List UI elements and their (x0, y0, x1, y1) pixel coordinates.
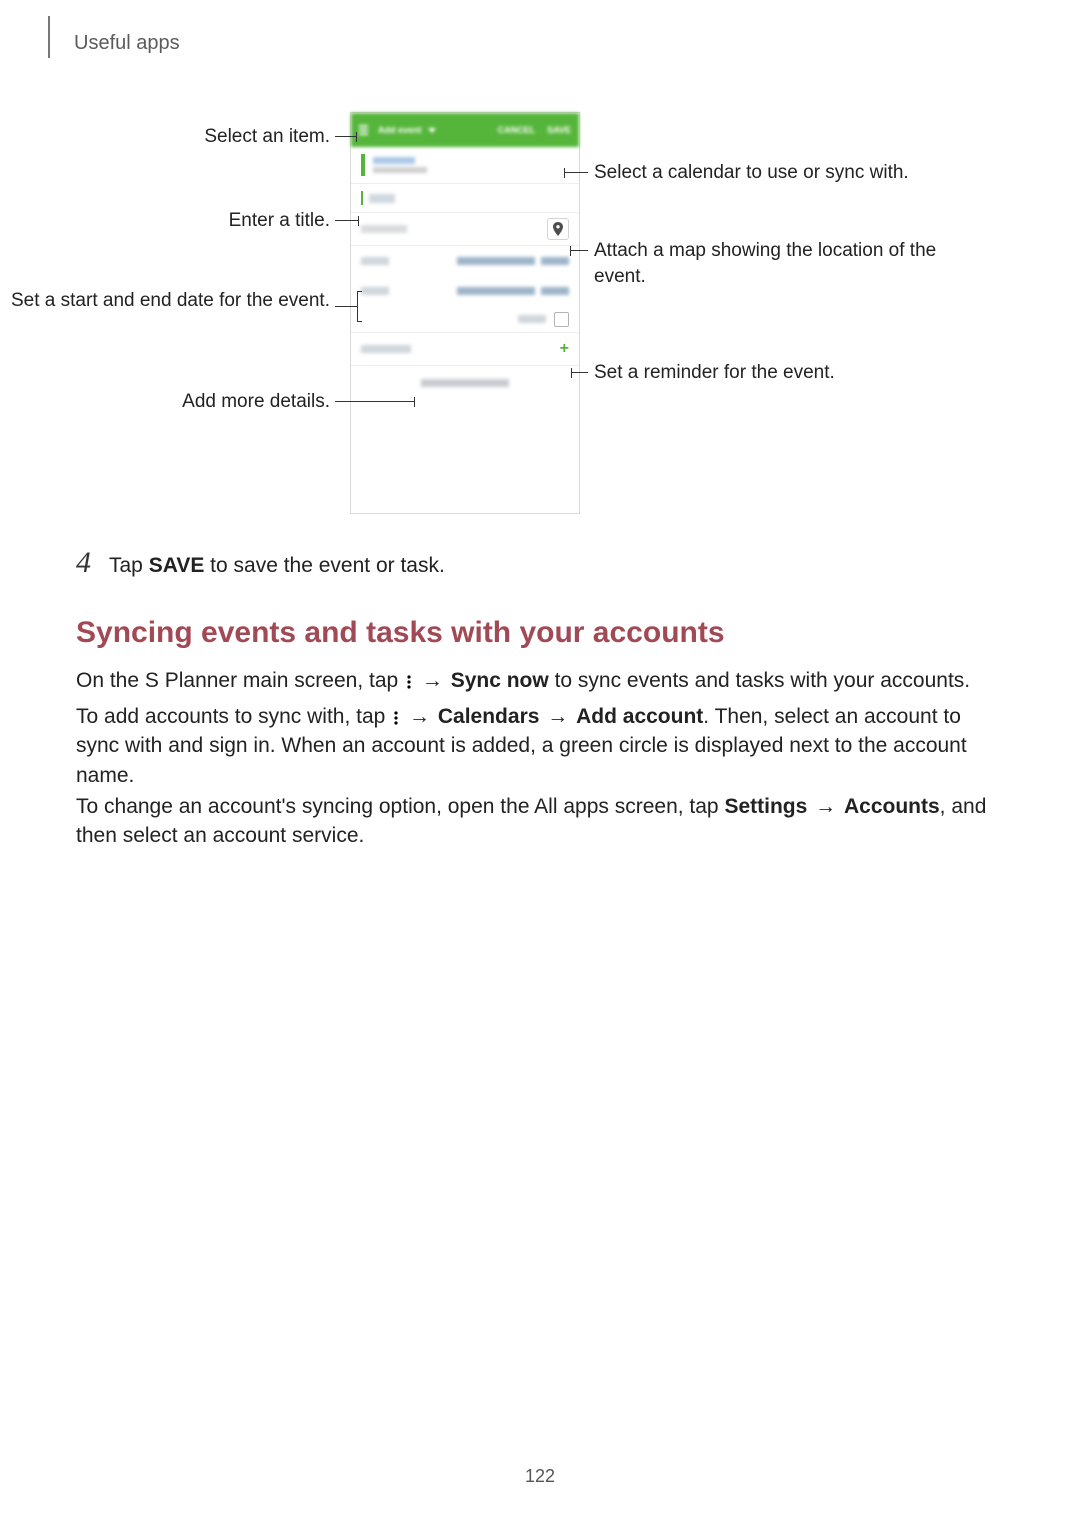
callout-select-item: Select an item. (0, 124, 330, 150)
more-options-icon (394, 711, 398, 725)
all-day-row (351, 306, 579, 333)
cancel-button: CANCEL (498, 125, 536, 135)
phone-screenshot: Add event CANCEL SAVE (350, 112, 580, 514)
subsection-heading: Syncing events and tasks with your accou… (76, 616, 725, 650)
calendar-color-bar (361, 154, 365, 176)
leader-line (571, 372, 588, 373)
location-row (351, 213, 579, 246)
section-header: Useful apps (74, 32, 180, 55)
figure: Add event CANCEL SAVE (0, 110, 1080, 520)
leader-line (564, 172, 588, 173)
add-event-topbar: Add event CANCEL SAVE (351, 113, 579, 147)
add-reminder-icon: + (560, 341, 569, 357)
title-field (351, 184, 579, 213)
header-rule (48, 16, 50, 58)
save-button: SAVE (547, 125, 571, 135)
page: Useful apps Add event CANCEL SAVE (0, 0, 1080, 1527)
leader-line (570, 250, 588, 251)
start-date-row (351, 246, 579, 276)
callout-set-dates: Set a start and end date for the event. (0, 288, 330, 314)
step-number: 4 (76, 548, 91, 578)
callout-attach-map: Attach a map showing the location of the… (594, 238, 954, 289)
end-date-row (351, 276, 579, 306)
paragraph-change-sync: To change an account's syncing option, o… (76, 792, 1004, 851)
page-number: 122 (0, 1466, 1080, 1487)
all-day-checkbox (554, 312, 569, 327)
paragraph-sync-now: On the S Planner main screen, tap → Sync… (76, 666, 1004, 695)
more-options-row (351, 366, 579, 400)
leader-line (335, 220, 359, 221)
step-text: Tap SAVE to save the event or task. (109, 554, 445, 578)
add-event-label: Add event (378, 125, 422, 135)
leader-line (335, 306, 357, 307)
callout-set-reminder: Set a reminder for the event. (594, 360, 954, 386)
callout-enter-title: Enter a title. (0, 208, 330, 234)
leader-bracket (357, 291, 358, 321)
step-4: 4 Tap SAVE to save the event or task. (76, 548, 445, 578)
paragraph-add-account: To add accounts to sync with, tap → Cale… (76, 702, 1004, 790)
leader-line (335, 136, 357, 137)
text-cursor (361, 191, 363, 205)
more-options-icon (407, 675, 411, 689)
callout-select-calendar: Select a calendar to use or sync with. (594, 160, 954, 186)
reminder-row: + (351, 333, 579, 366)
map-pin-button (547, 218, 569, 240)
leader-line (357, 321, 362, 322)
map-pin-icon (553, 222, 563, 236)
callout-add-details: Add more details. (0, 389, 330, 415)
calendar-select-row (351, 147, 579, 184)
leader-line (357, 291, 362, 292)
dropdown-caret-icon (428, 128, 436, 133)
leader-line (335, 401, 415, 402)
drawer-icon (359, 125, 368, 135)
